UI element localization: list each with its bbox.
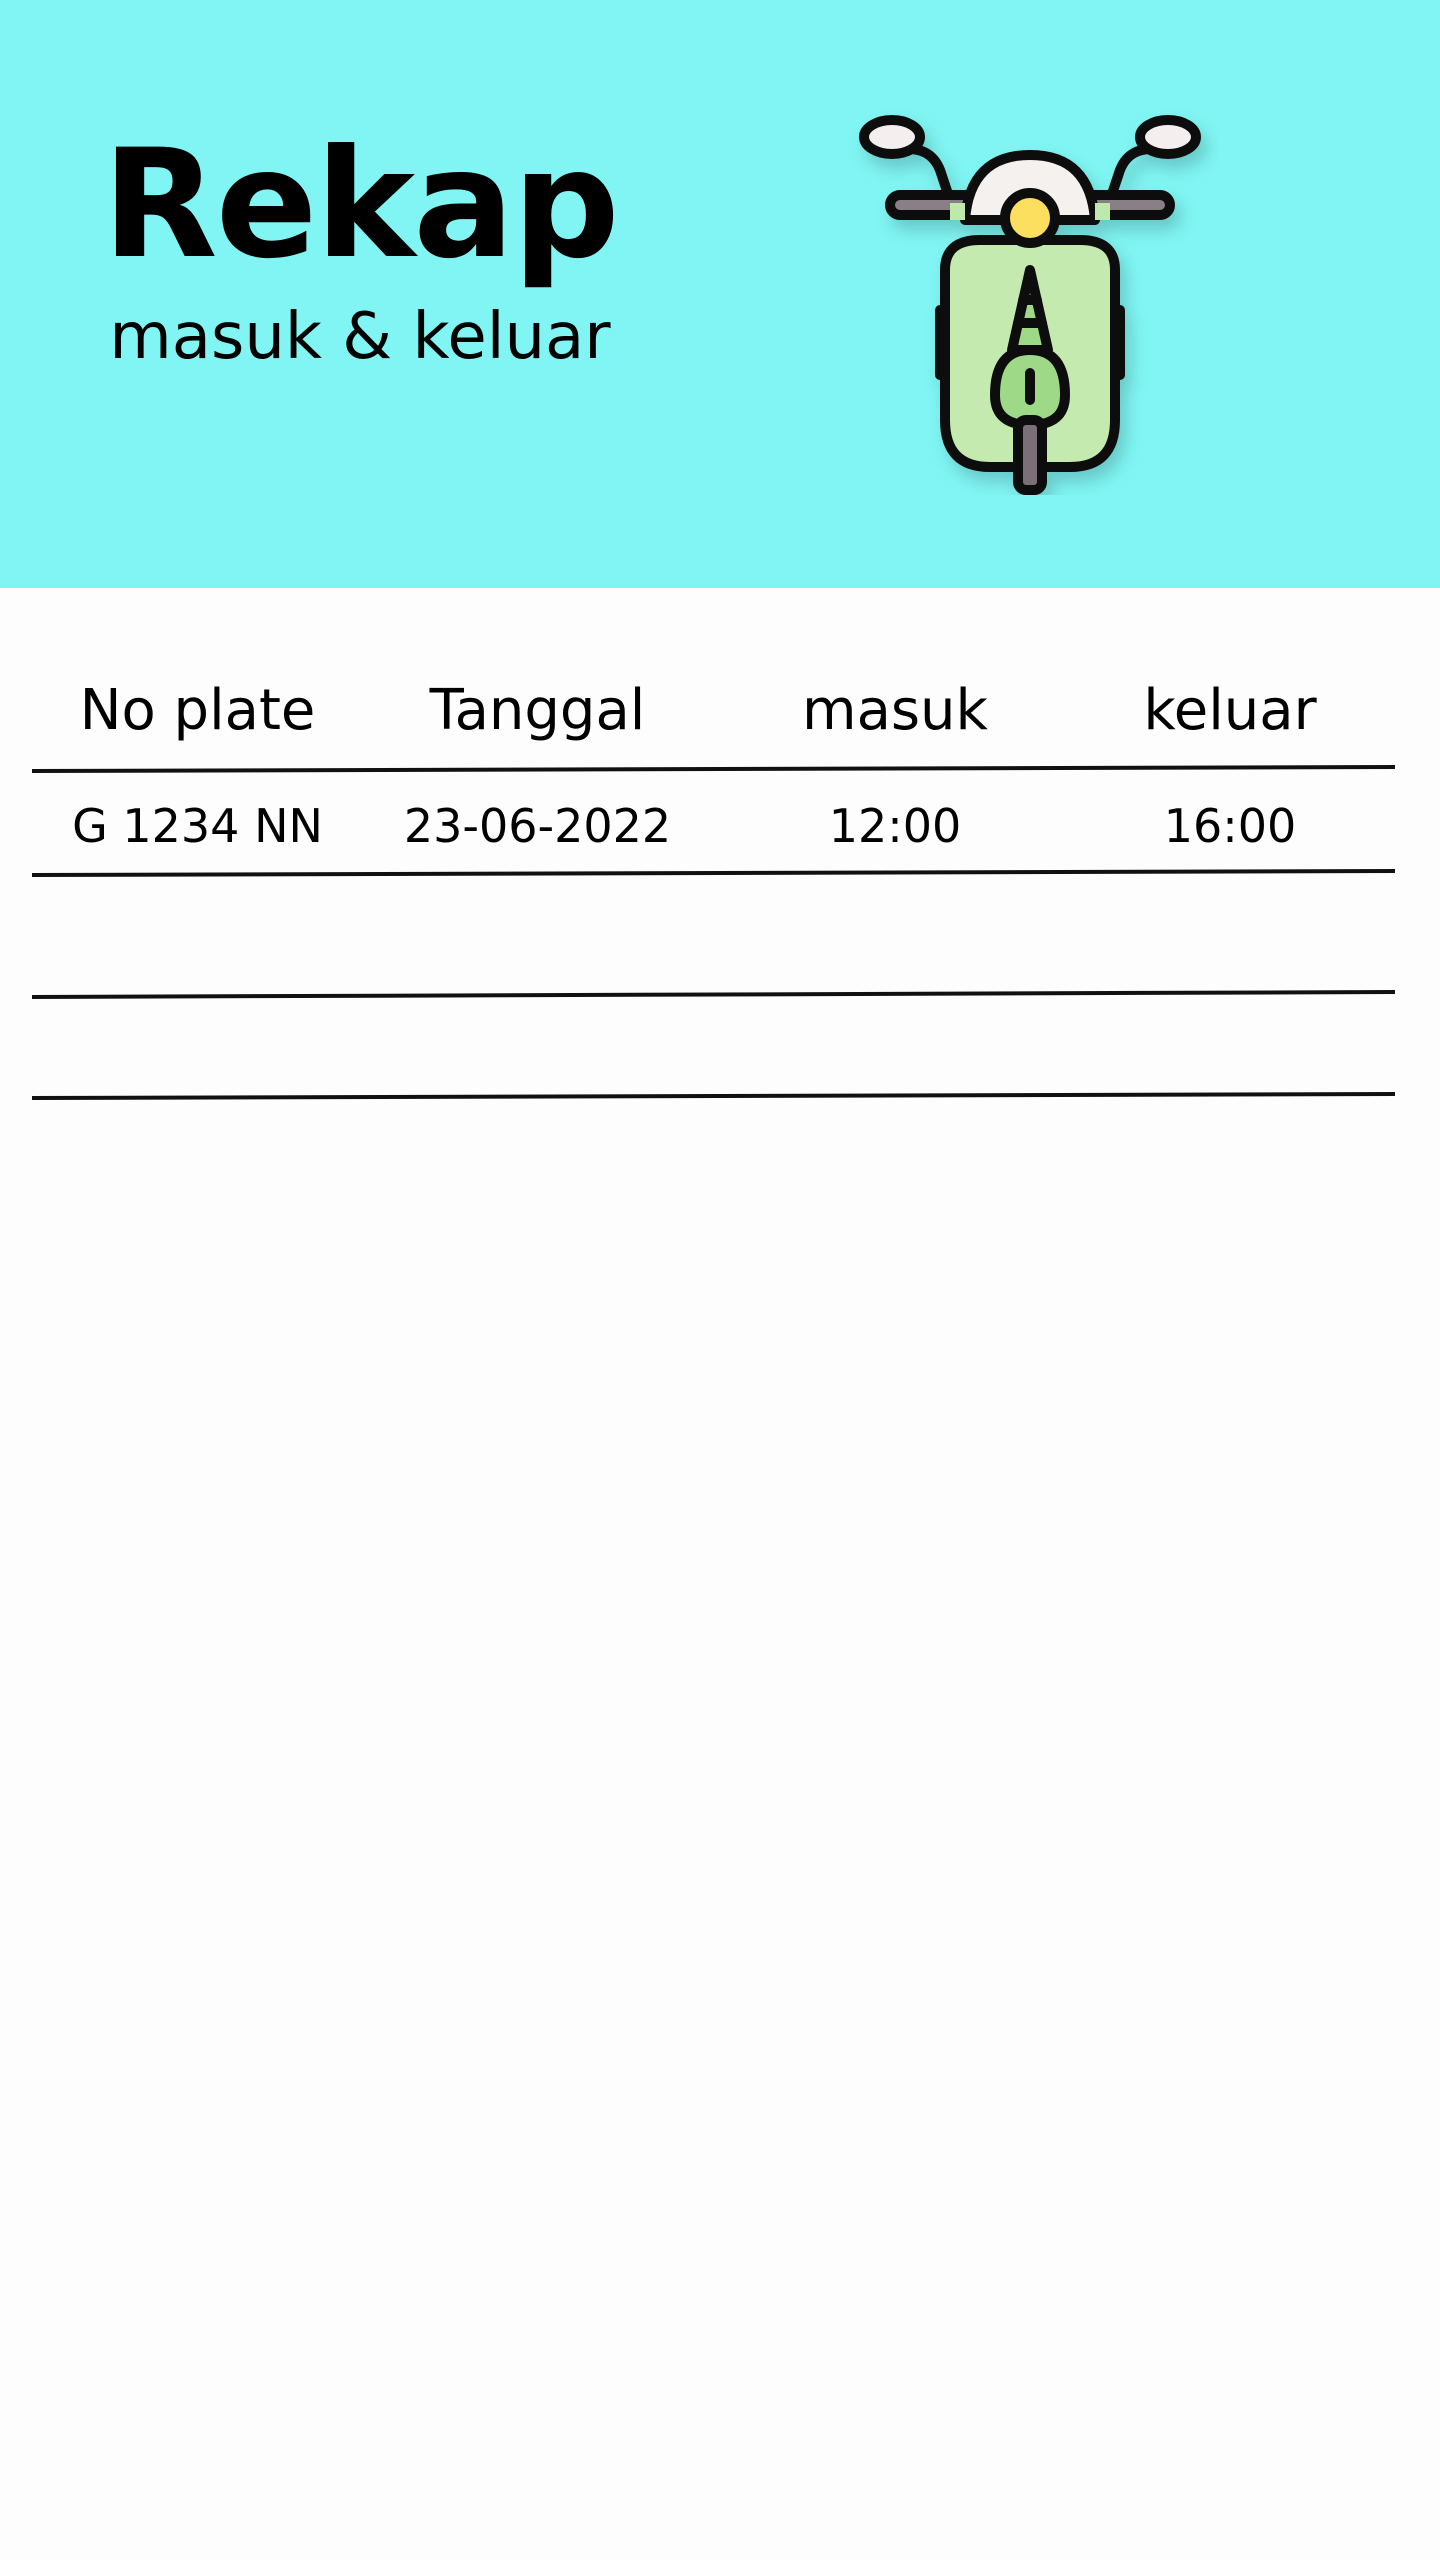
row-divider	[31, 1092, 1396, 1100]
row-divider	[31, 869, 1396, 877]
header-divider	[31, 765, 1396, 773]
row-divider	[31, 990, 1396, 999]
table-grid-lines	[31, 765, 1396, 1100]
